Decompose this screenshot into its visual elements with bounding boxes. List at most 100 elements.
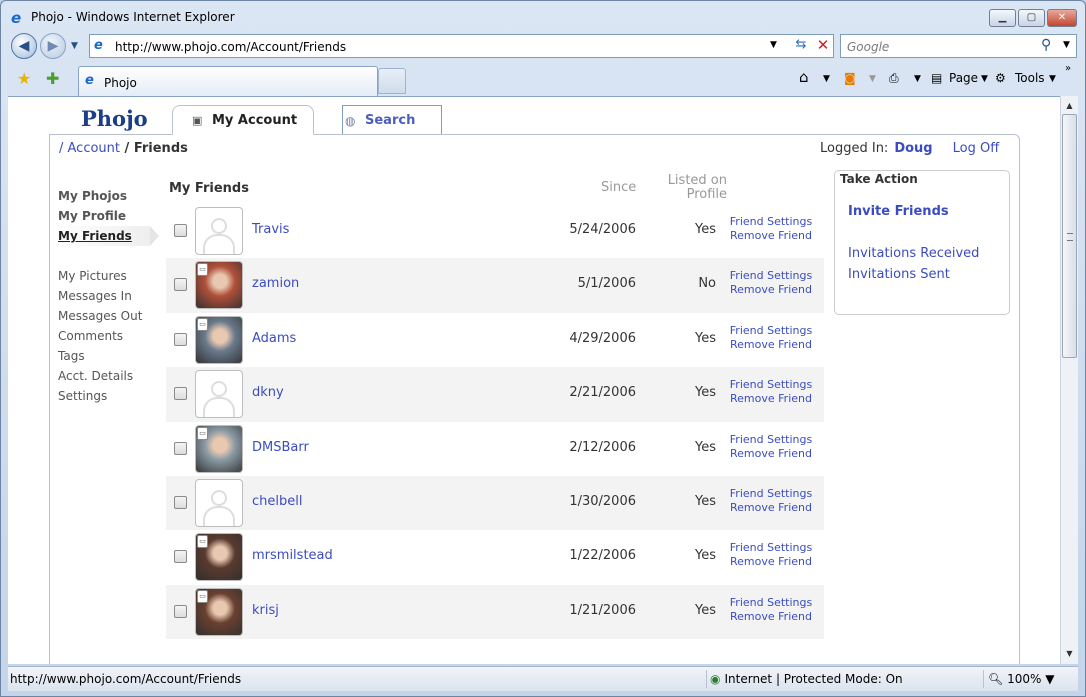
minimize-button[interactable]: ▁ (989, 9, 1016, 27)
friend-avatar-default[interactable] (195, 207, 243, 255)
recent-pages-dropdown[interactable]: ▼ (71, 41, 78, 51)
remove-friend-link[interactable]: Remove Friend (726, 338, 816, 351)
print-icon[interactable]: ⎙ (889, 71, 899, 86)
friend-settings-link[interactable]: Friend Settings (726, 433, 816, 446)
page-dropdown-icon[interactable]: ▼ (981, 74, 988, 84)
friend-name-link[interactable]: DMSBarr (252, 440, 309, 455)
scroll-up-icon[interactable]: ▲ (1062, 98, 1077, 114)
nav-comments[interactable]: Comments (57, 326, 157, 346)
nav-my-profile[interactable]: My Profile (57, 206, 157, 226)
friend-checkbox[interactable] (174, 495, 187, 509)
friend-avatar[interactable]: ▭ (195, 261, 243, 310)
remove-friend-link[interactable]: Remove Friend (726, 610, 816, 623)
friend-name-link[interactable]: Travis (252, 222, 289, 237)
maximize-button[interactable]: ▢ (1018, 9, 1045, 27)
friend-settings-link[interactable]: Friend Settings (726, 378, 816, 391)
friend-name-link[interactable]: dkny (252, 385, 284, 400)
left-nav: My Phojos My Profile My Friends My Pictu… (57, 186, 159, 406)
refresh-icon[interactable]: ⇆ (790, 37, 812, 55)
friend-settings-link[interactable]: Friend Settings (726, 215, 816, 228)
vertical-scrollbar[interactable]: ▲ ▼ (1060, 96, 1078, 664)
friend-settings-link[interactable]: Friend Settings (726, 541, 816, 554)
friend-checkbox[interactable] (174, 332, 187, 346)
print-dropdown-icon[interactable]: ▼ (914, 74, 921, 84)
nav-tags[interactable]: Tags (57, 346, 157, 366)
nav-my-phojos[interactable]: My Phojos (57, 186, 157, 206)
friend-checkbox[interactable] (174, 604, 187, 618)
friend-name-link[interactable]: chelbell (252, 494, 302, 509)
scroll-down-icon[interactable]: ▼ (1062, 646, 1077, 662)
friend-checkbox[interactable] (174, 278, 187, 292)
chevron-more-icon[interactable]: » (1065, 63, 1071, 74)
address-url[interactable]: http://www.phojo.com/Account/Friends (115, 40, 346, 54)
friend-checkbox[interactable] (174, 387, 187, 401)
breadcrumb-account-link[interactable]: / Account (59, 141, 120, 156)
nav-my-friends[interactable]: My Friends (57, 226, 159, 246)
photo-badge-icon: ▭ (197, 317, 208, 331)
friend-settings-link[interactable]: Friend Settings (726, 324, 816, 337)
friend-settings-link[interactable]: Friend Settings (726, 269, 816, 282)
nav-messages-out[interactable]: Messages Out (57, 306, 157, 326)
remove-friend-link[interactable]: Remove Friend (726, 447, 816, 460)
tools-menu[interactable]: Tools (1015, 71, 1045, 85)
feeds-icon[interactable]: ◙ (844, 71, 856, 85)
friend-name-link[interactable]: krisj (252, 603, 279, 618)
friend-avatar[interactable]: ▭ (195, 533, 243, 582)
invite-friends-link[interactable]: Invite Friends (848, 204, 949, 219)
nav-settings[interactable]: Settings (57, 386, 157, 406)
page-menu[interactable]: Page (949, 71, 978, 85)
invitations-sent-link[interactable]: Invitations Sent (848, 267, 950, 282)
home-dropdown-icon[interactable]: ▼ (823, 74, 830, 84)
invitations-received-link[interactable]: Invitations Received (848, 246, 979, 261)
breadcrumb: / Account / Friends (59, 141, 188, 156)
remove-friend-link[interactable]: Remove Friend (726, 555, 816, 568)
scroll-thumb[interactable] (1062, 114, 1077, 358)
security-zone[interactable]: ◉ Internet | Protected Mode: On (710, 672, 903, 686)
home-icon[interactable]: ⌂ (799, 68, 809, 86)
friend-avatar[interactable]: ▭ (195, 424, 243, 473)
friend-avatar[interactable]: ▭ (195, 587, 243, 636)
avatar-body-icon (203, 505, 235, 526)
friend-name-link[interactable]: zamion (252, 276, 299, 291)
back-button[interactable]: ◀ (11, 33, 37, 59)
tools-dropdown-icon[interactable]: ▼ (1049, 74, 1056, 84)
status-url: http://www.phojo.com/Account/Friends (10, 672, 242, 686)
friend-checkbox[interactable] (174, 224, 187, 237)
log-off-link[interactable]: Log Off (953, 141, 1000, 156)
close-button[interactable]: ✕ (1047, 9, 1077, 27)
friend-checkbox[interactable] (174, 550, 187, 564)
new-tab-button[interactable] (378, 68, 406, 94)
tab-my-account[interactable]: ▣ My Account (172, 105, 314, 135)
zoom-level[interactable]: 🔍︎ 100% ▼ (988, 672, 1054, 686)
username-link[interactable]: Doug (894, 141, 932, 156)
friend-checkbox[interactable] (174, 441, 187, 455)
friend-settings-link[interactable]: Friend Settings (726, 487, 816, 500)
stop-icon[interactable]: ✕ (813, 36, 833, 56)
friend-avatar[interactable]: ▭ (195, 315, 243, 364)
friend-avatar-default[interactable] (195, 478, 243, 527)
browser-tab[interactable]: e Phojo (78, 66, 378, 96)
site-logo[interactable]: Phojo (81, 106, 148, 131)
nav-my-pictures[interactable]: My Pictures (57, 266, 157, 286)
search-icon[interactable]: ⚲ (1041, 37, 1051, 53)
nav-messages-in[interactable]: Messages In (57, 286, 157, 306)
feeds-dropdown-icon[interactable]: ▼ (869, 74, 876, 84)
remove-friend-link[interactable]: Remove Friend (726, 501, 816, 514)
remove-friend-link[interactable]: Remove Friend (726, 392, 816, 405)
search-input[interactable]: Google ⚲ ▼ (840, 34, 1077, 58)
friend-settings-link[interactable]: Friend Settings (726, 596, 816, 609)
remove-friend-link[interactable]: Remove Friend (726, 283, 816, 296)
address-bar[interactable]: e http://www.phojo.com/Account/Friends ▼… (89, 34, 834, 58)
remove-friend-link[interactable]: Remove Friend (726, 229, 816, 242)
friend-name-link[interactable]: Adams (252, 331, 296, 346)
address-dropdown-icon[interactable]: ▼ (770, 40, 777, 50)
add-favorites-icon[interactable]: ✚ (46, 69, 59, 88)
favorites-star-icon[interactable]: ★ (17, 69, 31, 88)
friend-name-link[interactable]: mrsmilstead (252, 548, 333, 563)
forward-button[interactable]: ▶ (40, 33, 66, 59)
tab-search[interactable]: ◍ Search (342, 105, 442, 135)
friend-avatar-default[interactable] (195, 370, 243, 419)
search-dropdown-icon[interactable]: ▼ (1063, 40, 1070, 50)
nav-acct-details[interactable]: Acct. Details (57, 366, 157, 386)
page-icon: e (94, 38, 103, 53)
